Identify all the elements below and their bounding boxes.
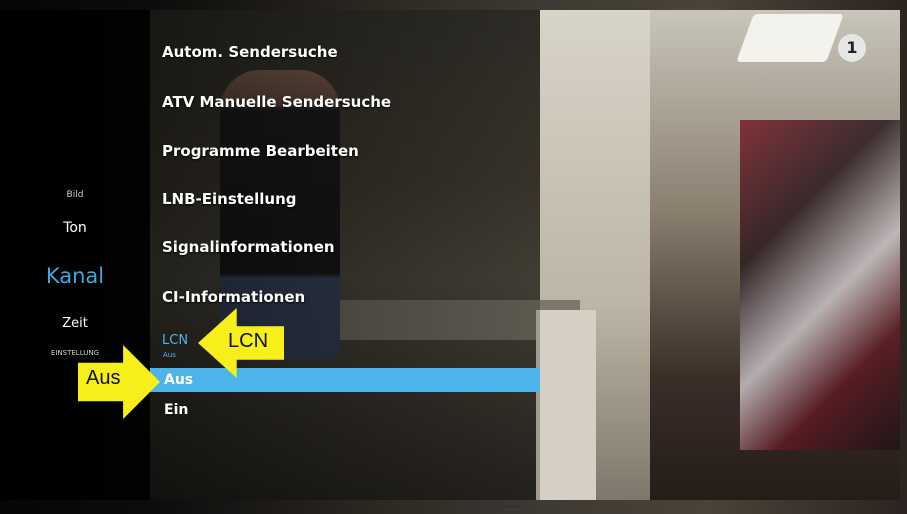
selection-highlight — [150, 368, 540, 392]
menu-item-auto-search[interactable]: Autom. Sendersuche — [162, 43, 338, 61]
annotation-aus-text: Aus — [86, 367, 121, 389]
annotation-lcn-text: LCN — [228, 330, 269, 352]
cabinet — [536, 310, 596, 500]
menu-item-ci-info[interactable]: CI-Informationen — [162, 288, 305, 306]
option-ein[interactable]: Ein — [164, 402, 188, 418]
category-zeit[interactable]: Zeit — [0, 316, 150, 331]
clothes-rack — [740, 120, 900, 450]
category-bild[interactable]: Bild — [0, 190, 150, 200]
ard-logo-icon: 1 — [838, 34, 866, 62]
menu-item-atv-manual-search[interactable]: ATV Manuelle Sendersuche — [162, 93, 391, 111]
menu-item-lcn[interactable]: LCN — [162, 333, 188, 348]
menu-item-edit-programs[interactable]: Programme Bearbeiten — [162, 142, 359, 160]
option-aus[interactable]: Aus — [164, 372, 193, 388]
category-kanal[interactable]: Kanal — [0, 264, 150, 288]
menu-item-signal-info[interactable]: Signalinformationen — [162, 238, 335, 256]
category-ton[interactable]: Ton — [0, 220, 150, 236]
tv-bottom-mark — [470, 505, 520, 508]
ceiling-light — [736, 14, 844, 62]
lcn-current-value: Aus — [163, 351, 176, 359]
menu-item-lnb-settings[interactable]: LNB-Einstellung — [162, 190, 297, 208]
category-panel — [0, 10, 150, 500]
